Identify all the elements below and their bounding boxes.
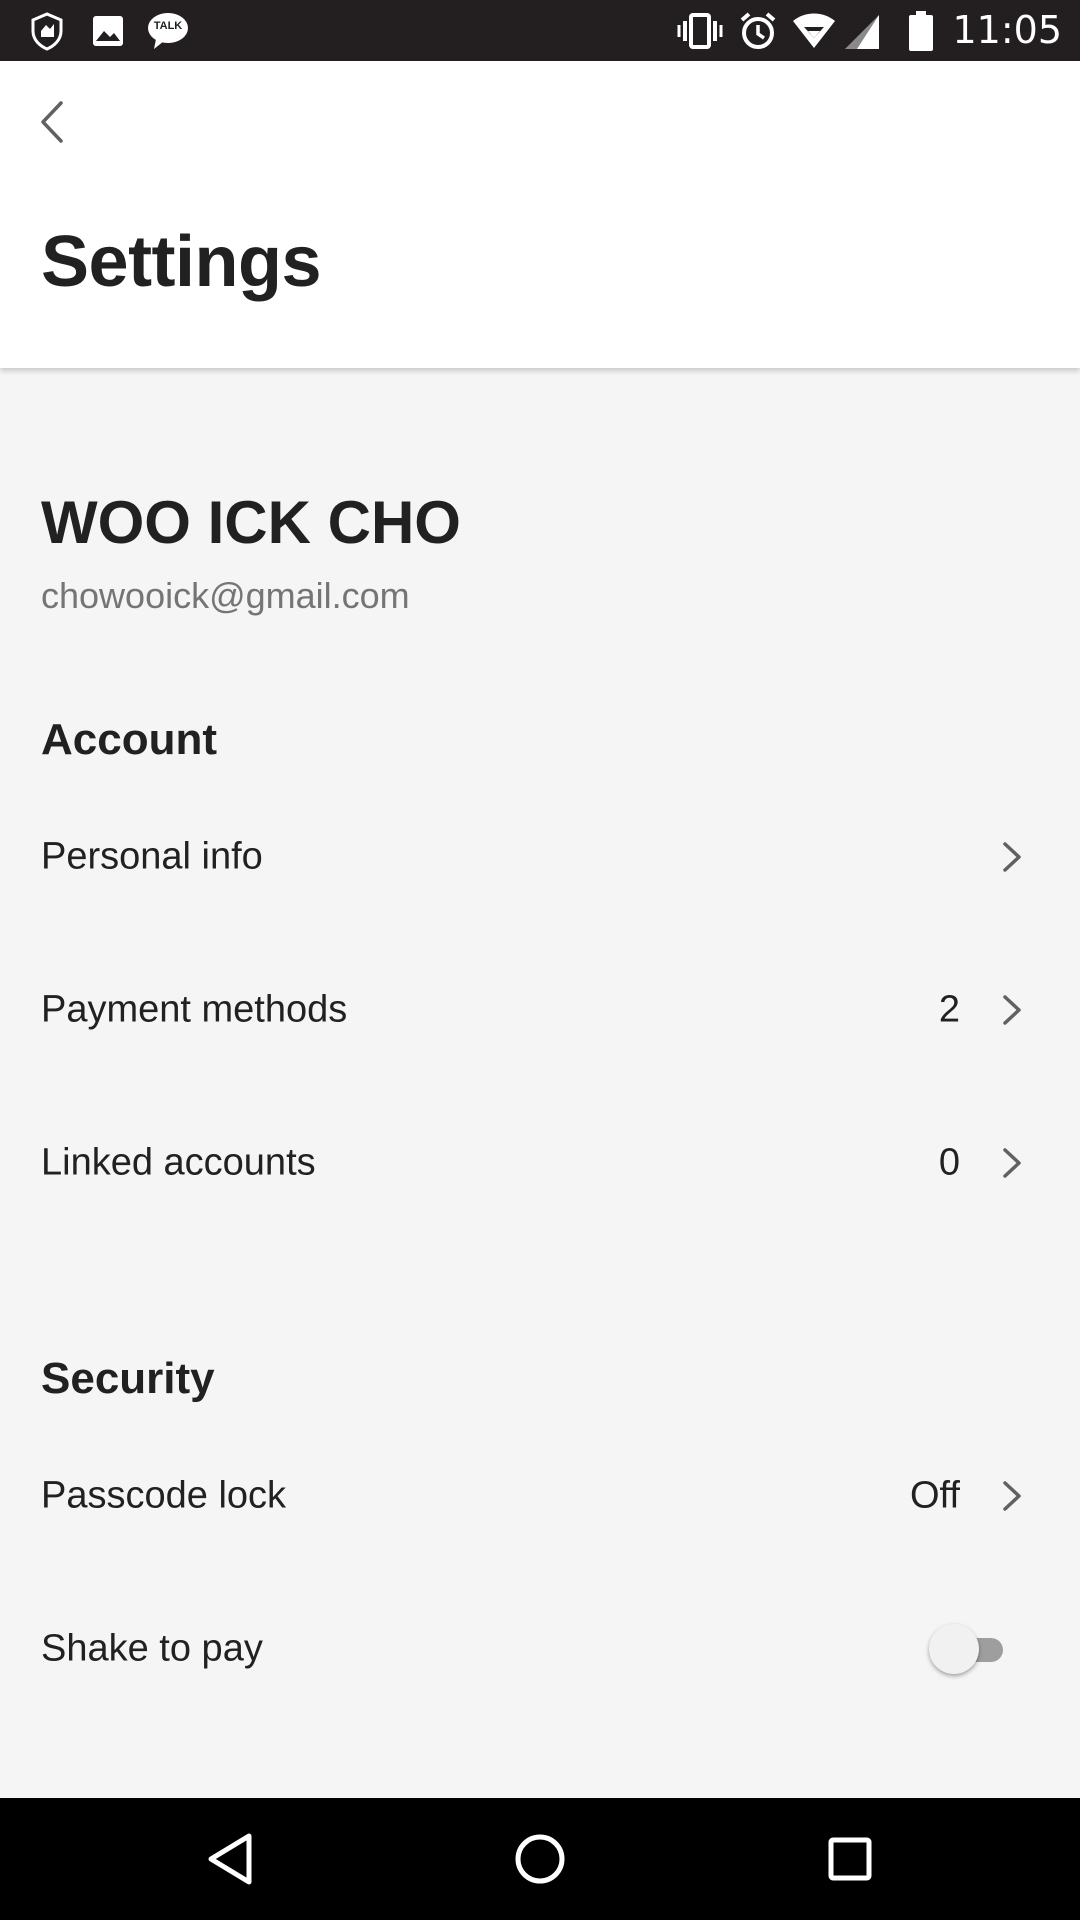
row-label: Passcode lock: [41, 1474, 287, 1517]
nav-back-button[interactable]: [170, 1798, 290, 1920]
talk-badge-text: TALK: [153, 20, 183, 32]
settings-content: WOO ICK CHO chowooick@gmail.com Account …: [0, 368, 1080, 1798]
recents-square-icon: [828, 1837, 872, 1881]
row-passcode-lock[interactable]: Passcode lock Off: [0, 1421, 1080, 1571]
section-header-account: Account: [41, 715, 217, 764]
navigation-bar: [0, 1798, 1080, 1920]
wifi-icon: [790, 0, 838, 61]
payment-methods-count: 2: [938, 988, 960, 1031]
profile-email: chowooick@gmail.com: [41, 575, 410, 616]
profile-name: WOO ICK CHO: [41, 489, 461, 556]
page-title: Settings: [41, 222, 322, 302]
row-label: Shake to pay: [41, 1627, 263, 1670]
chevron-right-icon: [1003, 842, 1021, 872]
row-label: Personal info: [41, 835, 263, 878]
status-time: 11:05: [952, 8, 1062, 52]
passcode-lock-status: Off: [910, 1474, 960, 1517]
toggle-thumb: [929, 1624, 979, 1674]
shake-to-pay-toggle[interactable]: [929, 1624, 1013, 1674]
talk-notification-icon: TALK: [146, 0, 190, 61]
row-payment-methods[interactable]: Payment methods 2: [0, 935, 1080, 1085]
app-bar: Settings: [0, 61, 1080, 368]
status-bar: TALK 11:05: [0, 0, 1080, 61]
row-linked-accounts[interactable]: Linked accounts 0: [0, 1088, 1080, 1238]
back-triangle-icon: [208, 1833, 252, 1885]
nav-home-button[interactable]: [480, 1798, 600, 1920]
chevron-left-icon: [41, 101, 63, 143]
section-header-security: Security: [41, 1354, 215, 1403]
row-personal-info[interactable]: Personal info: [0, 782, 1080, 932]
image-notification-icon: [88, 0, 128, 61]
row-label: Linked accounts: [41, 1141, 316, 1184]
shield-notification-icon: [24, 0, 70, 61]
chevron-right-icon: [1003, 1148, 1021, 1178]
linked-accounts-count: 0: [938, 1141, 960, 1184]
row-label: Payment methods: [41, 988, 348, 1031]
alarm-icon: [736, 0, 780, 61]
nav-recents-button[interactable]: [790, 1798, 910, 1920]
signal-icon: [842, 0, 882, 61]
battery-icon: [906, 0, 936, 61]
back-button[interactable]: [22, 89, 82, 155]
row-shake-to-pay: Shake to pay: [0, 1574, 1080, 1724]
chevron-right-icon: [1003, 1481, 1021, 1511]
vibrate-icon: [676, 0, 724, 61]
chevron-right-icon: [1003, 995, 1021, 1025]
home-circle-icon: [515, 1834, 565, 1884]
